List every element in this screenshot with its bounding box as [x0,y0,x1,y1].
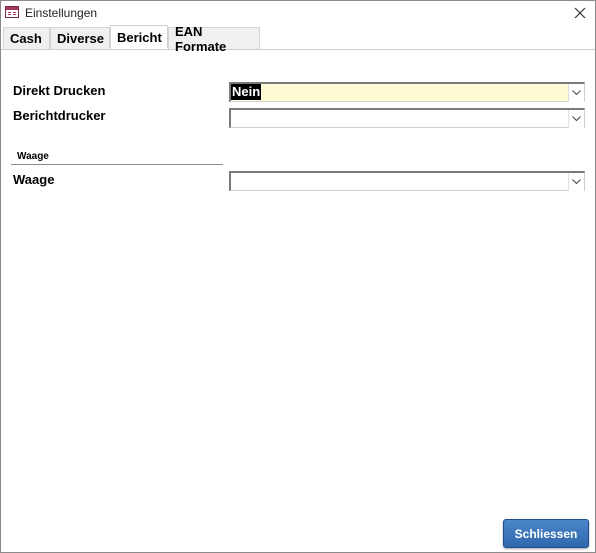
berichtdrucker-label: Berichtdrucker [13,108,106,123]
title-bar: Einstellungen [1,1,595,26]
schliessen-button[interactable]: Schliessen [503,519,589,548]
chevron-down-icon[interactable] [568,173,584,191]
form-icon [5,6,19,18]
section-divider [11,164,223,165]
window-title: Einstellungen [25,6,98,20]
settings-window: Einstellungen Cash Diverse Bericht EAN F… [0,0,596,553]
tab-bericht[interactable]: Bericht [110,25,168,48]
waage-combo[interactable] [229,171,585,191]
chevron-down-icon[interactable] [568,110,584,128]
tab-diverse[interactable]: Diverse [50,27,110,49]
tab-strip: Cash Diverse Bericht EAN Formate [1,24,595,54]
tab-ean-formate[interactable]: EAN Formate [168,24,260,54]
direkt-drucken-value[interactable]: Nein [231,84,262,100]
tab-cash[interactable]: Cash [3,27,50,49]
waage-section-title: Waage [17,151,49,162]
close-icon[interactable] [569,3,591,23]
chevron-down-icon[interactable] [568,84,584,102]
direkt-drucken-label: Direkt Drucken [13,83,106,98]
waage-label: Waage [13,172,55,187]
direkt-drucken-combo[interactable]: Nein [229,82,585,102]
berichtdrucker-combo[interactable] [229,108,585,128]
